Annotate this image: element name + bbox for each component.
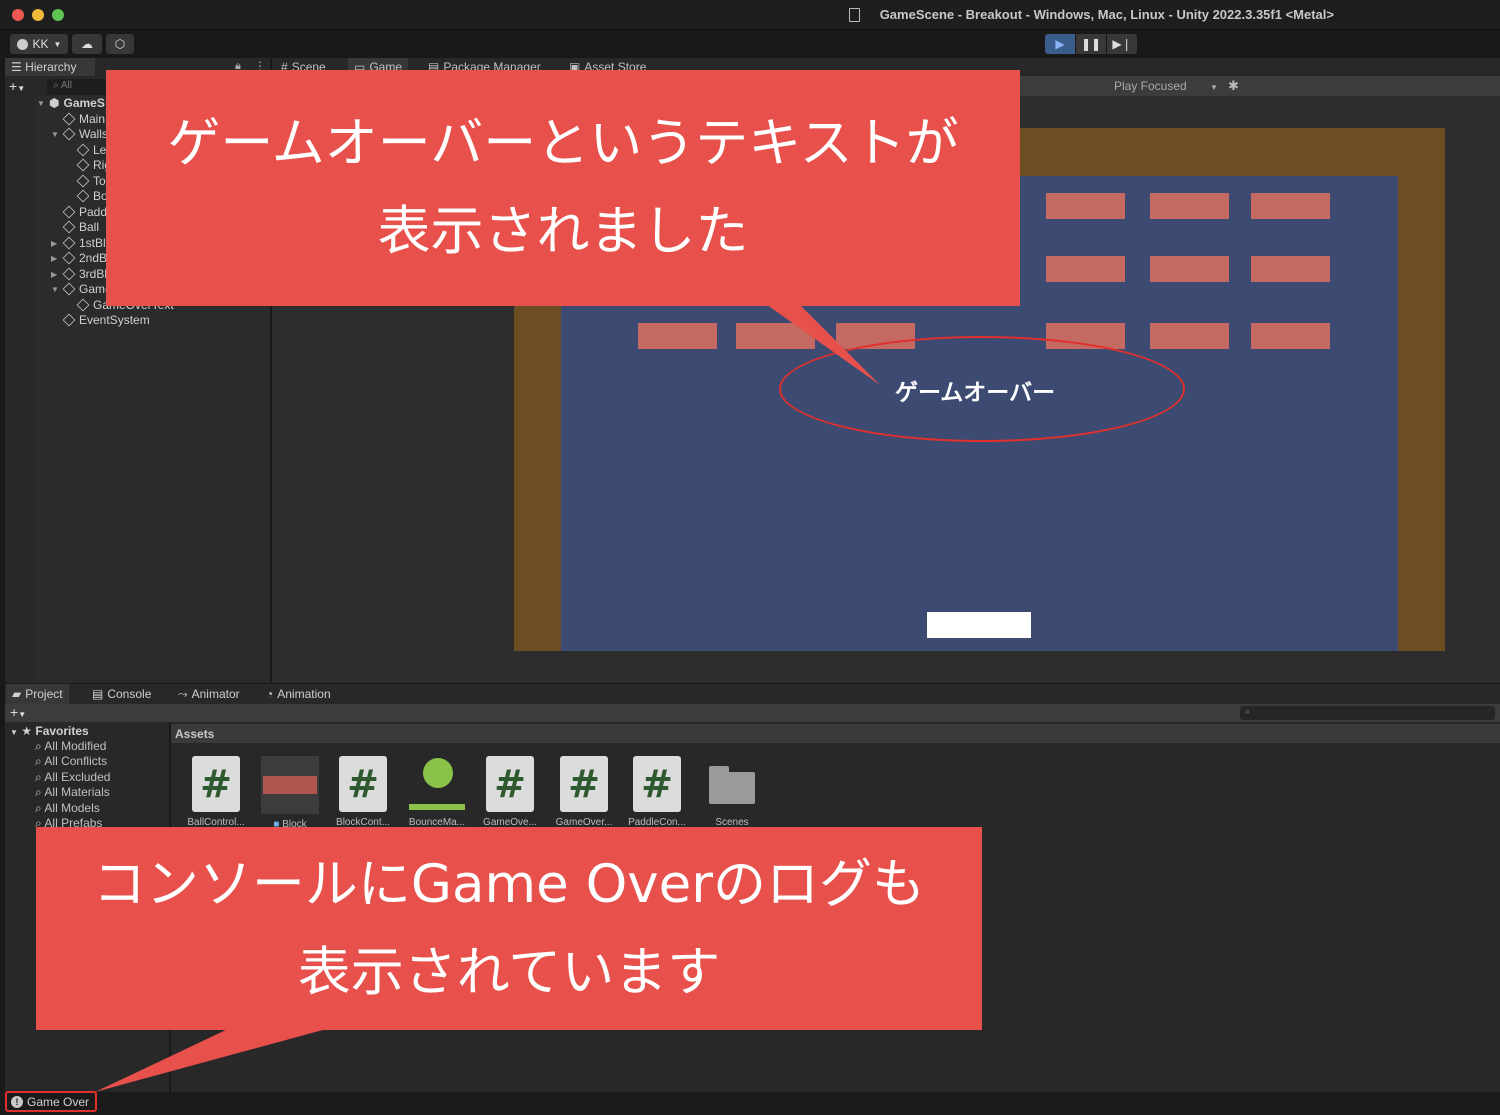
bottom-annotation-callout: コンソールにGame Overのログも 表示されています — [36, 827, 982, 1030]
bottom-callout-tail — [95, 1028, 330, 1092]
top-annotation-line1: ゲームオーバーというテキストが — [167, 113, 959, 174]
top-callout-tail — [760, 300, 880, 385]
top-annotation-callout: ゲームオーバーというテキストが 表示されました — [106, 70, 1020, 306]
bottom-annotation-line2: 表示されています — [297, 942, 721, 1003]
bottom-annotation-line1: コンソールにGame Overのログも — [92, 854, 926, 915]
top-annotation-line2: 表示されました — [377, 201, 749, 262]
